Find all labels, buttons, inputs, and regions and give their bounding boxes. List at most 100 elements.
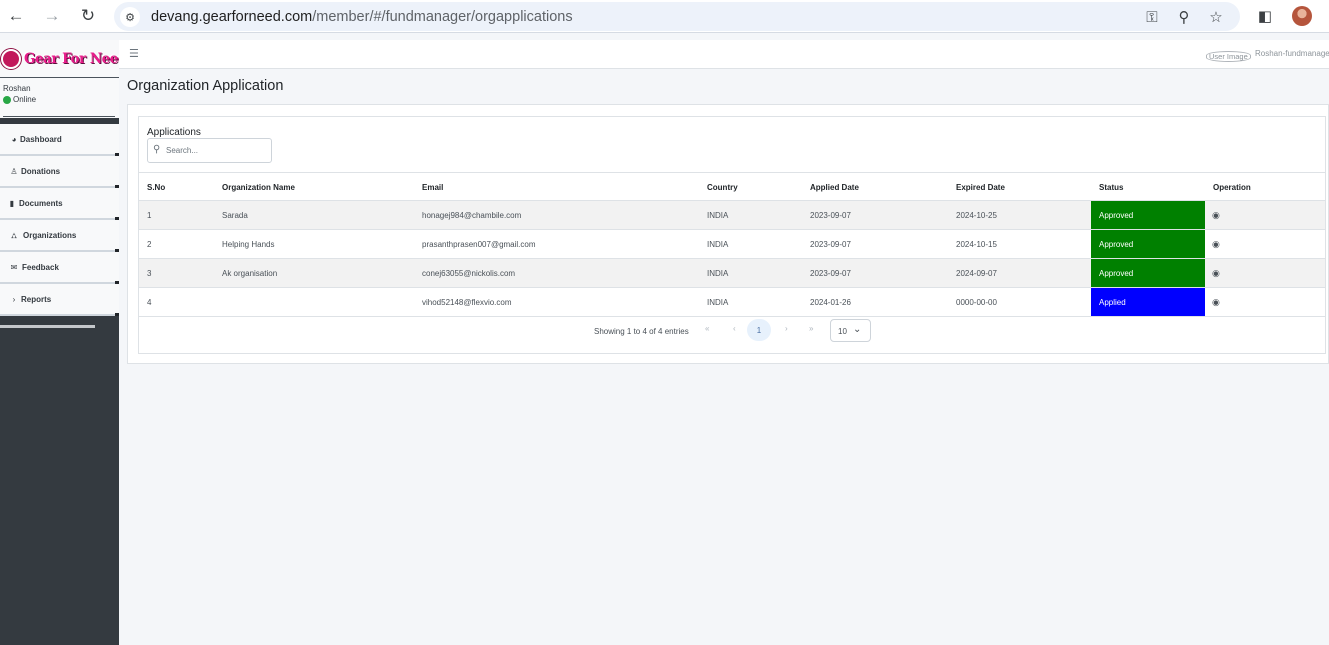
column-header[interactable]: Applied Date <box>810 183 859 192</box>
url-text[interactable]: devang.gearforneed.com/member/#/fundmana… <box>151 9 573 25</box>
bookmark-star-icon[interactable]: ☆ <box>1206 7 1226 27</box>
cell-email: prasanthprasen007@gmail.com <box>422 240 536 249</box>
status-badge: Approved <box>1091 259 1205 287</box>
page-title: Organization Application <box>127 78 284 94</box>
sidebar-item-label: Donations <box>21 167 61 176</box>
zoom-icon[interactable]: ⚲ <box>1174 7 1194 27</box>
sidebar-item-organizations[interactable]: ⛼ Organizations <box>0 220 119 252</box>
prev-page-button[interactable]: ‹ <box>733 324 736 338</box>
search-icon: ⚲ <box>153 144 161 155</box>
cell-applied-date: 2023-09-07 <box>810 211 851 220</box>
menu-toggle-icon[interactable]: ☰ <box>129 47 139 60</box>
column-header[interactable]: Status <box>1099 183 1123 192</box>
cell-country: INDIA <box>707 269 729 278</box>
reload-icon[interactable]: ↻ <box>77 5 99 27</box>
back-icon[interactable]: ← <box>5 5 27 27</box>
chevron-right-icon: › <box>12 295 16 304</box>
column-header[interactable]: S.No <box>147 183 165 192</box>
url-path: /member/#/fundmanager/orgapplications <box>312 9 573 25</box>
status-label: Approved <box>1099 269 1134 278</box>
view-eye-icon[interactable]: ◉ <box>1212 239 1220 250</box>
envelope-icon: ✉ <box>10 263 18 272</box>
sidebar-item-label: Reports <box>21 295 52 304</box>
brand[interactable]: Gear For Need <box>0 40 127 78</box>
cell-applied-date: 2023-09-07 <box>810 240 851 249</box>
current-page-button[interactable]: 1 <box>747 319 771 341</box>
sidebar-item-documents[interactable]: ▮ Documents <box>0 188 119 220</box>
divider <box>3 116 115 117</box>
table-row: 3 Ak organisation conej63055@nickolis.co… <box>139 259 1325 288</box>
file-icon: ▮ <box>9 199 15 208</box>
search-box[interactable]: ⚲ <box>147 138 272 163</box>
column-header[interactable]: Expired Date <box>956 183 1005 192</box>
status-label: Applied <box>1099 298 1126 307</box>
cell-expired-date: 2024-09-07 <box>956 269 997 278</box>
next-page-button[interactable]: › <box>785 324 788 338</box>
table-row: 2 Helping Hands prasanthprasen007@gmail.… <box>139 230 1325 259</box>
sidebar-scrollbar[interactable] <box>0 325 95 328</box>
browser-toolbar: ← → ↻ ⚙ devang.gearforneed.com/member/#/… <box>0 0 1329 33</box>
user-icon: ♙ <box>10 167 18 176</box>
entries-info: Showing 1 to 4 of 4 entries <box>594 327 689 336</box>
address-bar[interactable]: ⚙ devang.gearforneed.com/member/#/fundma… <box>114 2 1240 31</box>
cell-country: INDIA <box>707 298 729 307</box>
sitemap-icon: ⛼ <box>10 231 18 240</box>
side-panel-icon[interactable]: ◧ <box>1255 6 1275 26</box>
sidebar-item-label: Documents <box>19 199 63 208</box>
brand-name: Gear For Need <box>24 51 127 67</box>
cell-country: INDIA <box>707 211 729 220</box>
user-panel: Roshan Online <box>0 78 119 118</box>
view-eye-icon[interactable]: ◉ <box>1212 268 1220 279</box>
profile-avatar[interactable] <box>1292 6 1312 26</box>
cell-email: vihod52148@flexvio.com <box>422 298 512 307</box>
sidebar-item-donations[interactable]: ♙ Donations <box>0 156 119 188</box>
view-eye-icon[interactable]: ◉ <box>1212 297 1220 308</box>
divider <box>115 313 119 316</box>
cell-organization: Helping Hands <box>222 240 275 249</box>
sidebar-item-reports[interactable]: › Reports <box>0 284 119 316</box>
user-status-label: Online <box>13 95 37 104</box>
sidebar-item-dashboard[interactable]: ◕ Dashboard <box>0 124 119 156</box>
card-title: Applications <box>147 127 201 138</box>
forward-icon[interactable]: → <box>41 5 63 27</box>
chevron-down-icon: ⌄ <box>853 324 862 335</box>
column-header[interactable]: Email <box>422 183 443 192</box>
sidebar-user-name[interactable]: Roshan <box>3 84 31 93</box>
url-host: devang.gearforneed.com <box>151 9 313 25</box>
page-size-select[interactable]: 10 ⌄ <box>830 319 871 342</box>
first-page-button[interactable]: « <box>705 324 709 338</box>
cell-expired-date: 0000-00-00 <box>956 298 997 307</box>
cell-country: INDIA <box>707 240 729 249</box>
gauge-icon: ◕ <box>11 135 17 144</box>
cell-applied-date: 2024-01-26 <box>810 298 851 307</box>
cell-sno: 1 <box>147 211 152 220</box>
password-key-icon[interactable]: ⚿ <box>1142 7 1162 27</box>
content-card: Applications ⚲ S.No Organization Name Em… <box>127 104 1329 364</box>
brand-logo-icon <box>1 49 21 69</box>
table-row: 4 vihod52148@flexvio.com INDIA 2024-01-2… <box>139 288 1325 317</box>
search-input[interactable] <box>166 143 266 158</box>
table-row: 1 Sarada honagej984@chambile.com INDIA 2… <box>139 201 1325 230</box>
column-header[interactable]: Country <box>707 183 738 192</box>
user-avatar[interactable]: User Image <box>1206 51 1251 62</box>
table-header: S.No Organization Name Email Country App… <box>139 172 1325 201</box>
applications-card: Applications ⚲ S.No Organization Name Em… <box>138 116 1326 354</box>
site-settings-icon[interactable]: ⚙ <box>120 7 140 27</box>
last-page-button[interactable]: » <box>809 324 813 338</box>
view-eye-icon[interactable]: ◉ <box>1212 210 1220 221</box>
top-user-name[interactable]: Roshan-fundmanage <box>1255 49 1329 58</box>
status-badge: Applied <box>1091 288 1205 316</box>
column-header[interactable]: Organization Name <box>222 183 295 192</box>
cell-organization: Ak organisation <box>222 269 278 278</box>
sidebar-item-feedback[interactable]: ✉ Feedback <box>0 252 119 284</box>
user-status: Online <box>3 95 36 104</box>
sidebar: Gear For Need Roshan Online ◕ Dashboard … <box>0 40 127 645</box>
table-footer: Showing 1 to 4 of 4 entries « ‹ 1 › » 10… <box>139 317 1325 345</box>
page-size-value: 10 <box>838 327 847 336</box>
cell-email: honagej984@chambile.com <box>422 211 522 220</box>
cell-expired-date: 2024-10-15 <box>956 240 997 249</box>
status-badge: Approved <box>1091 230 1205 258</box>
column-header[interactable]: Operation <box>1213 183 1251 192</box>
sidebar-item-label: Dashboard <box>20 135 62 144</box>
status-label: Approved <box>1099 211 1134 220</box>
